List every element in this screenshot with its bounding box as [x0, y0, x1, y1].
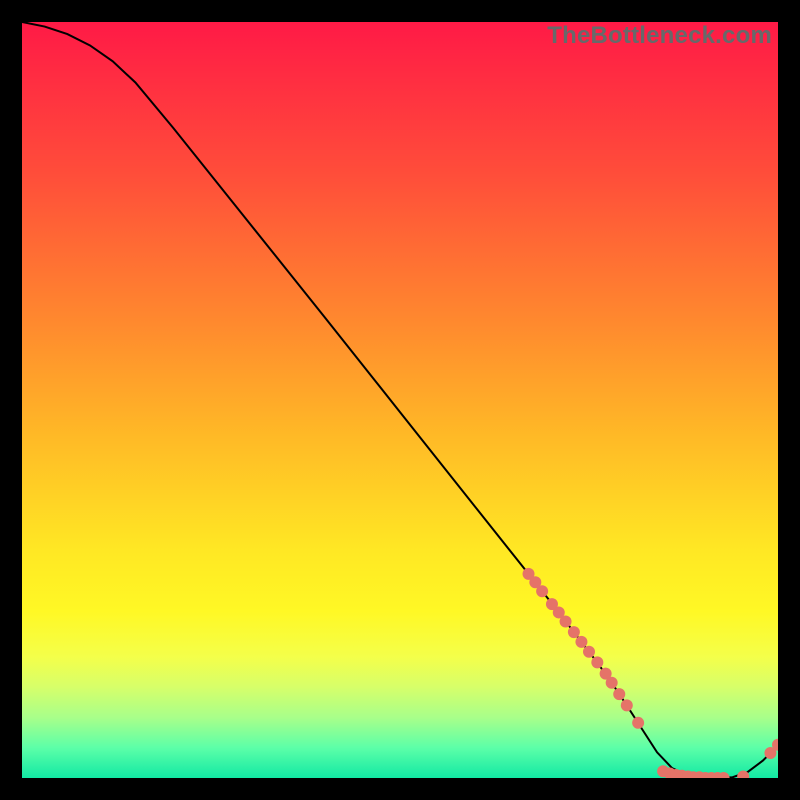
data-dot: [560, 616, 572, 628]
data-dot: [568, 626, 580, 638]
watermark-text: TheBottleneck.com: [547, 22, 772, 50]
data-dot: [613, 688, 625, 700]
data-dot: [536, 585, 548, 597]
data-dot: [621, 699, 633, 711]
data-dot: [583, 646, 595, 658]
chart-frame: TheBottleneck.com: [22, 22, 778, 778]
data-dot: [575, 636, 587, 648]
data-dot: [632, 717, 644, 729]
data-dot: [606, 677, 618, 689]
bottleneck-chart: [22, 22, 778, 778]
data-dot: [591, 656, 603, 668]
gradient-background: [22, 22, 778, 778]
